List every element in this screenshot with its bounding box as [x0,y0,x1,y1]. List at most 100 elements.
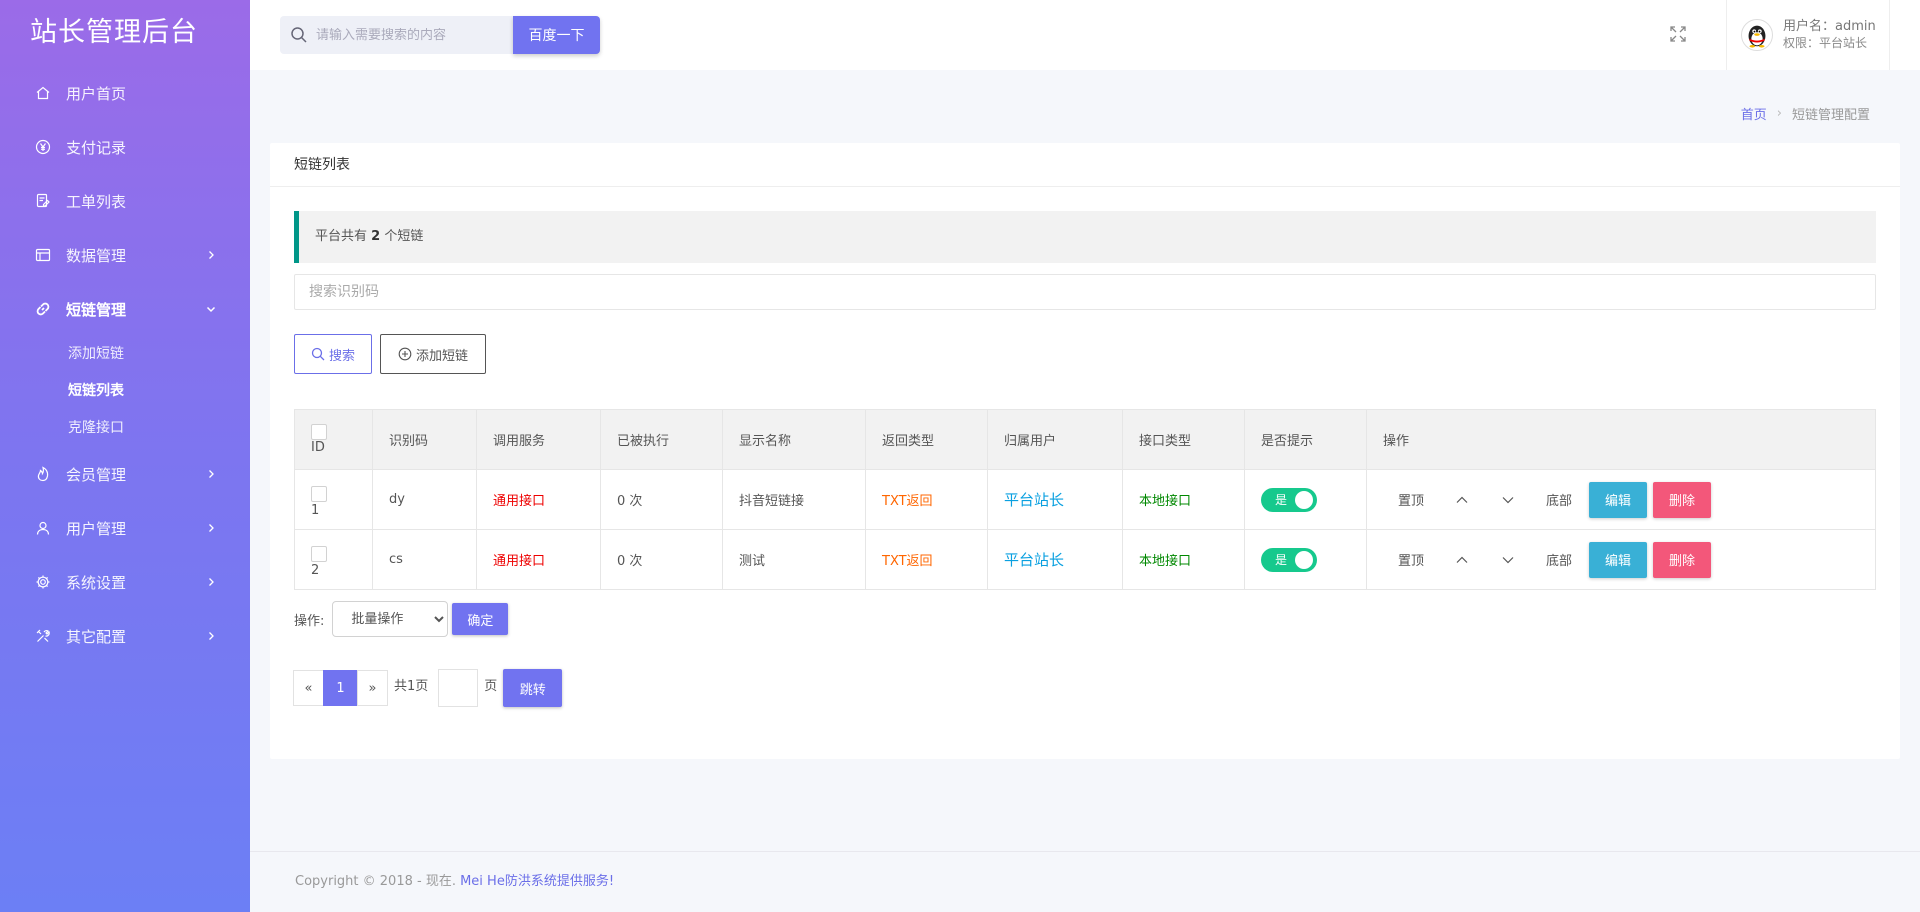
sidebar: 站长管理后台 用户首页 支付记录 工单列表 数据管理 短链管理 添加短链 短链列… [0,0,250,912]
page-total: 共1页 [394,678,429,694]
qq-penguin-icon [1748,25,1766,48]
sidebar-item-members[interactable]: 会员管理 [0,447,250,501]
batch-actions: 操作: 批量操作 确定 [294,601,509,637]
baidu-search-button[interactable]: 百度一下 [513,16,600,54]
add-shortlink-button[interactable]: 添加短链 [380,334,486,374]
fullscreen-icon[interactable] [1668,24,1688,44]
move-down-icon[interactable] [1485,550,1531,570]
cell-executed: 0 次 [600,529,723,590]
sidebar-item-label: 其它配置 [66,627,127,646]
sidebar-subitem-shortlink-list[interactable]: 短链列表 [0,373,250,410]
topbar: 百度一下 用户名：admin 权限：平台站长 [250,0,1920,70]
cell-return-type: TXT返回 [865,529,988,590]
row-checkbox[interactable] [311,485,327,502]
move-bottom-link[interactable]: 底部 [1531,490,1587,509]
sidebar-item-settings[interactable]: 系统设置 [0,555,250,609]
username-label: 用户名：admin [1783,19,1876,34]
user-icon [34,519,52,537]
row-checkbox[interactable] [311,545,327,562]
global-search-input[interactable] [316,27,506,43]
fire-icon [34,465,52,483]
chevron-down-icon [206,304,216,314]
sidebar-subitem-add-shortlink[interactable]: 添加短链 [0,336,250,373]
batch-confirm-button[interactable]: 确定 [452,603,509,635]
select-all-checkbox[interactable] [311,424,327,440]
breadcrumb-current: 短链管理配置 [1791,108,1870,123]
header-owner: 归属用户 [987,409,1123,470]
tip-toggle[interactable]: 是 [1261,487,1317,512]
breadcrumb-home[interactable]: 首页 [1741,104,1767,123]
header-display-name: 显示名称 [722,409,866,470]
footer: Copyright © 2018 - 现在. Mei He防洪系统提供服务! [250,851,1920,912]
batch-label: 操作: [294,613,325,629]
footer-link[interactable]: Mei He防洪系统提供服务! [460,874,614,889]
sidebar-item-other-config[interactable]: 其它配置 [0,609,250,663]
sidebar-item-label: 工单列表 [66,192,127,211]
move-down-icon[interactable] [1485,490,1531,510]
breadcrumb-separator: › [1776,106,1782,121]
sidebar-item-users[interactable]: 用户管理 [0,501,250,555]
delete-button[interactable]: 删除 [1653,481,1712,518]
cell-code: dy [372,469,477,530]
global-search: 百度一下 [280,16,600,54]
role-label: 权限：平台站长 [1783,36,1868,50]
table-row: 2 cs 通用接口 0 次 测试 TXT返回 平台站长 本地接口 是 置顶 底部 [294,529,1876,590]
user-menu[interactable]: 用户名：admin 权限：平台站长 [1726,0,1890,70]
sidebar-item-label: 系统设置 [66,573,127,592]
tip-toggle-label: 是 [1275,553,1288,567]
move-up-icon[interactable] [1439,550,1485,570]
chevron-right-icon [206,577,216,587]
page-prev-button[interactable]: « [293,670,324,706]
table-header-row: ID 识别码 调用服务 已被执行 显示名称 返回类型 归属用户 接口类型 是否提… [294,409,1876,470]
link-icon [34,300,52,318]
global-search-box [280,16,513,54]
page-next-button[interactable]: » [357,670,388,706]
sidebar-item-label: 用户首页 [66,84,127,103]
shortlink-list-card: 短链列表 平台共有 2 个短链 搜索 添加短链 ID 识别码 调用服务 已被执行… [270,143,1900,759]
move-bottom-link[interactable]: 底部 [1531,550,1587,569]
page-jump-input[interactable] [438,669,479,707]
chevron-right-icon [206,469,216,479]
row-id: 1 [311,502,320,518]
search-button-label: 搜索 [328,348,355,364]
notice-suffix: 个短链 [380,229,424,244]
shortlinks-submenu: 添加短链 短链列表 克隆接口 [0,336,250,447]
tools-icon [34,627,52,645]
sidebar-item-tickets[interactable]: 工单列表 [0,174,250,228]
move-up-icon[interactable] [1439,490,1485,510]
sidebar-item-user-home[interactable]: 用户首页 [0,66,250,120]
header-api-type: 接口类型 [1122,409,1245,470]
tip-toggle[interactable]: 是 [1261,547,1317,572]
cell-tip: 是 [1244,529,1367,590]
sidebar-item-label: 短链管理 [66,300,127,319]
page-current[interactable]: 1 [323,670,358,706]
delete-button[interactable]: 删除 [1653,541,1712,578]
home-icon [34,84,52,102]
brand-title: 站长管理后台 [30,17,198,48]
sidebar-item-payments[interactable]: 支付记录 [0,120,250,174]
sidebar-subitem-clone-api[interactable]: 克隆接口 [0,410,250,447]
cell-service: 通用接口 [476,529,601,590]
cell-actions: 置顶 底部 编辑 删除 [1366,469,1876,530]
pagination: « 1 » 共1页 页 跳转 [293,669,563,707]
pin-top-link[interactable]: 置顶 [1383,550,1439,569]
search-button[interactable]: 搜索 [294,334,372,374]
cell-owner: 平台站长 [987,529,1123,590]
sidebar-item-shortlinks[interactable]: 短链管理 [0,282,250,336]
shortlink-count-notice: 平台共有 2 个短链 [294,211,1876,263]
footer-copyright: Copyright © 2018 - 现在. [295,874,461,889]
cell-display-name: 抖音短链接 [722,469,866,530]
search-code-input[interactable] [294,274,1876,310]
sidebar-nav: 用户首页 支付记录 工单列表 数据管理 短链管理 添加短链 短链列表 克隆接口 … [0,66,250,663]
header-tip: 是否提示 [1244,409,1367,470]
pin-top-link[interactable]: 置顶 [1383,490,1439,509]
edit-button[interactable]: 编辑 [1589,541,1648,578]
cell-code: cs [372,529,477,590]
page-jump-button[interactable]: 跳转 [503,669,563,707]
header-id-label: ID [311,440,325,455]
cell-owner: 平台站长 [987,469,1123,530]
toggle-knob [1295,490,1313,509]
batch-operation-select[interactable]: 批量操作 [332,601,449,637]
edit-button[interactable]: 编辑 [1589,481,1648,518]
sidebar-item-data[interactable]: 数据管理 [0,228,250,282]
